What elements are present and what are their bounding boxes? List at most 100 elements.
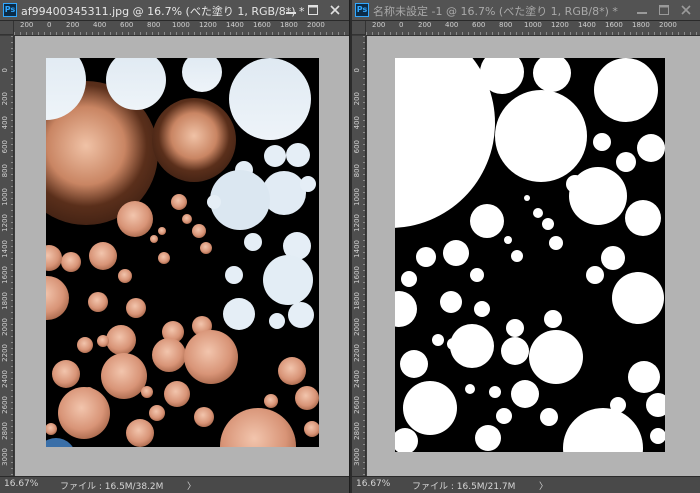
ruler-v-tick: 600 [1, 140, 9, 154]
ruler-v-tick: 1600 [353, 266, 361, 284]
pasteboard[interactable] [367, 36, 700, 477]
minimize-button[interactable] [281, 1, 301, 19]
pasteboard[interactable] [15, 36, 349, 477]
masked-photo-circle [295, 386, 319, 410]
ruler-h-tick: 600 [120, 21, 134, 29]
ruler-v-tick: 400 [353, 116, 361, 130]
masked-photo-circle [194, 407, 214, 427]
masked-photo-circle [288, 302, 314, 328]
masked-photo-circle [269, 313, 285, 329]
mask-circle [625, 200, 661, 236]
ruler-h-tick: 200 [372, 21, 386, 29]
horizontal-ruler[interactable]: 200 0 200 400 600 800 1000 1200 1400 160… [14, 21, 349, 36]
status-menu-arrow[interactable]: 〉 [539, 479, 548, 492]
ruler-v-tick: 2400 [353, 370, 361, 388]
mask-circle [447, 338, 459, 350]
restore-button[interactable] [303, 1, 323, 19]
ruler-h-tick: 1800 [280, 21, 298, 29]
zoom-level[interactable]: 16.67% [4, 479, 38, 489]
ruler-h-tick: 1400 [226, 21, 244, 29]
mask-circle [432, 334, 444, 346]
mask-circle [489, 386, 501, 398]
minimize-icon [637, 12, 647, 14]
masked-photo-circle [117, 201, 153, 237]
ruler-v-tick: 2800 [1, 422, 9, 440]
ruler-corner[interactable] [0, 21, 14, 35]
status-menu-arrow[interactable]: 〉 [187, 479, 196, 492]
mask-circle [506, 319, 524, 337]
masked-photo-circle [300, 176, 316, 192]
mask-circle [542, 218, 554, 230]
masked-photo-circle [89, 242, 117, 270]
ruler-v-tick: 1400 [353, 240, 361, 258]
photoshop-icon: Ps [355, 3, 369, 17]
ruler-h-tick: 200 [418, 21, 432, 29]
mask-circle [475, 425, 501, 451]
mask-circle [501, 337, 529, 365]
masked-photo-circle [244, 233, 262, 251]
masked-photo-circle [171, 194, 187, 210]
masked-photo-circle [149, 405, 165, 421]
photoshop-icon: Ps [3, 3, 17, 17]
close-icon [330, 5, 340, 15]
masked-photo-circle [229, 58, 311, 140]
mask-circle [594, 58, 658, 122]
vertical-ruler[interactable]: 0 200 400 600 800 1000 1200 1400 1600 18… [0, 36, 14, 477]
mask-circle [470, 204, 504, 238]
close-button[interactable] [676, 1, 696, 19]
ruler-v-tick: 1800 [1, 292, 9, 310]
minimize-button[interactable] [632, 1, 652, 19]
ruler-v-tick: 1800 [353, 292, 361, 310]
ruler-h-tick: 200 [20, 21, 34, 29]
mask-circle [616, 152, 636, 172]
mask-circle [533, 208, 543, 218]
document-window-left[interactable]: Ps af99400345311.jpg @ 16.7% (べた塗り 1, RG… [0, 0, 350, 493]
status-bar: 16.67% ファイル : 16.5M/38.2M 〉 [0, 476, 349, 493]
mask-circle [593, 133, 611, 151]
vertical-ruler[interactable]: 0 200 400 600 800 1000 1200 1400 1600 18… [352, 36, 366, 477]
document-window-right[interactable]: Ps 名称未設定 -1 @ 16.7% (べた塗り 1, RGB/8*) * 2… [352, 0, 700, 493]
ruler-h-tick: 1200 [551, 21, 569, 29]
mask-circle [511, 250, 523, 262]
mask-circle [540, 408, 558, 426]
status-bar: 16.67% ファイル : 16.5M/21.7M 〉 [352, 476, 700, 493]
ruler-corner[interactable] [352, 21, 366, 35]
ruler-v-tick: 800 [353, 164, 361, 178]
masked-photo-circle [126, 419, 154, 447]
canvas[interactable] [46, 58, 319, 447]
ruler-v-tick: 0 [353, 68, 361, 73]
ruler-v-tick: 1000 [1, 188, 9, 206]
canvas[interactable] [395, 58, 665, 452]
masked-photo-circle [118, 269, 132, 283]
ruler-v-tick: 2400 [1, 370, 9, 388]
mask-circle [549, 236, 563, 250]
ruler-v-tick: 2200 [353, 344, 361, 362]
masked-photo-circle [225, 266, 243, 284]
ruler-v-tick: 2200 [1, 344, 9, 362]
masked-photo-circle [184, 330, 238, 384]
mask-circle [544, 310, 562, 328]
title-bar[interactable]: Ps 名称未設定 -1 @ 16.7% (べた塗り 1, RGB/8*) * [352, 0, 700, 21]
ruler-h-tick: 600 [472, 21, 486, 29]
masked-photo-circle [88, 292, 108, 312]
mask-circle [465, 384, 475, 394]
ruler-v-tick: 600 [353, 140, 361, 154]
close-button[interactable] [325, 1, 345, 19]
ruler-v-tick: 2600 [1, 396, 9, 414]
masked-photo-circle [223, 298, 255, 330]
title-bar[interactable]: Ps af99400345311.jpg @ 16.7% (べた塗り 1, RG… [0, 0, 349, 21]
zoom-level[interactable]: 16.67% [356, 479, 390, 489]
masked-photo-circle [263, 255, 313, 305]
horizontal-ruler[interactable]: 200 0 200 400 600 800 1000 1200 1400 160… [366, 21, 700, 36]
ruler-h-tick: 1400 [578, 21, 596, 29]
masked-photo-circle [61, 252, 81, 272]
masked-photo-circle [278, 357, 306, 385]
masked-photo-circle [58, 387, 110, 439]
document-title: af99400345311.jpg @ 16.7% (べた塗り 1, RGB/8… [21, 5, 305, 18]
ruler-v-tick: 1600 [1, 266, 9, 284]
ruler-h-tick: 400 [445, 21, 459, 29]
masked-photo-circle [264, 394, 278, 408]
mask-circle [416, 247, 436, 267]
restore-button[interactable] [654, 1, 674, 19]
masked-photo-circle [101, 353, 147, 399]
